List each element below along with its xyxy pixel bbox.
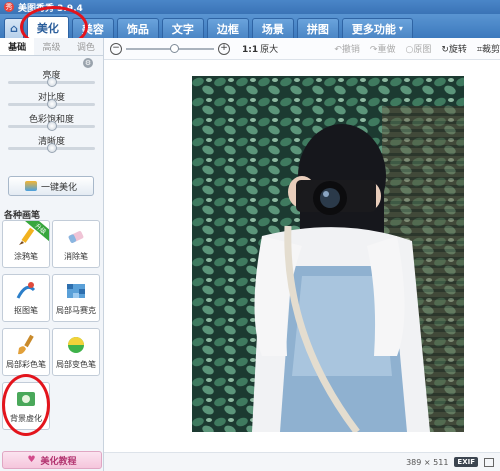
undo-icon: ↶ <box>334 45 342 55</box>
crop-label: 裁剪 <box>481 45 500 55</box>
brush-tools-grid: 升级 涂鸦笔 消除笔 抠图笔 局部马赛克 局部彩色笔 局部变色笔 背景虚化 <box>2 220 102 430</box>
title-bar: 秀 美图秀秀 3.9.4 <box>0 0 500 14</box>
image-canvas[interactable] <box>104 60 500 450</box>
zoom-slider[interactable] <box>126 43 214 53</box>
tab-collage[interactable]: 拼图 <box>296 18 339 38</box>
tab-home[interactable]: ⌂ <box>4 18 24 38</box>
exif-button[interactable]: EXIF <box>454 457 478 467</box>
tab-scene[interactable]: 场景 <box>251 18 294 38</box>
tab-beautify[interactable]: 美化 <box>26 16 69 38</box>
subtab-basic[interactable]: 基础 <box>0 38 35 55</box>
local-color-change-button[interactable]: 局部变色笔 <box>52 328 100 376</box>
rotate-icon: ↻ <box>441 45 449 55</box>
mosaic-icon <box>64 280 88 302</box>
tab-text[interactable]: 文字 <box>161 18 204 38</box>
subtab-color[interactable]: 调色 <box>69 38 103 55</box>
adjust-sliders: ⚙ 亮度 对比度 色彩饱和度 清晰度 <box>0 56 103 156</box>
edited-photo[interactable] <box>192 76 464 432</box>
rotate-label: 旋转 <box>448 45 467 55</box>
redo-button[interactable]: ↷重做 <box>370 42 396 55</box>
reset-settings-icon[interactable]: ⚙ <box>83 58 93 68</box>
left-panel: 基础 高级 调色 ⚙ 亮度 对比度 色彩饱和度 清晰度 一键美化 各种画笔 升级… <box>0 38 104 471</box>
original-label: 原图 <box>413 45 432 55</box>
status-bar: 389 × 511 EXIF <box>104 452 500 471</box>
tab-decor[interactable]: 饰品 <box>116 18 159 38</box>
tool-label: 涂鸦笔 <box>14 252 38 261</box>
window-title: 美图秀秀 3.9.4 <box>18 3 83 14</box>
redo-label: 重做 <box>377 45 396 55</box>
crop-button[interactable]: ⌗裁剪 <box>477 42 500 55</box>
cutout-pen-button[interactable]: 抠图笔 <box>2 274 50 322</box>
undo-label: 撤销 <box>341 45 360 55</box>
heart-icon: ♥ <box>27 455 36 465</box>
home-icon: ⌂ <box>10 22 18 35</box>
undo-button[interactable]: ↶撤销 <box>334 42 360 55</box>
tool-label: 局部马赛克 <box>56 306 96 315</box>
ratio-label: 1:1 <box>242 45 259 55</box>
rotate-button[interactable]: ↻旋转 <box>441 42 467 55</box>
eraser-icon <box>64 226 88 248</box>
image-toolbar: − + 1:1 原大 ↶撤销 ↷重做 ○原图 ↻旋转 ⌗裁剪 <box>104 38 500 60</box>
contrast-slider[interactable]: 对比度 <box>0 90 103 112</box>
photo-illustration <box>192 76 464 432</box>
slider-knob[interactable] <box>47 143 57 153</box>
image-dimensions: 389 × 511 <box>406 457 449 467</box>
adjust-subtabs: 基础 高级 调色 <box>0 38 103 56</box>
tool-label: 局部彩色笔 <box>6 360 46 369</box>
main-tab-bar: ⌂ 美化 美容 饰品 文字 边框 场景 拼图 更多功能 ▾ <box>0 14 500 38</box>
original-image-button[interactable]: ○原图 <box>405 42 431 55</box>
magic-wand-icon <box>24 181 37 191</box>
color-change-icon <box>64 334 88 356</box>
tool-label: 局部变色笔 <box>56 360 96 369</box>
tutorial-label: 美化教程 <box>40 456 77 467</box>
zoom-out-icon[interactable]: − <box>110 42 122 55</box>
original-size-button[interactable]: 1:1 原大 <box>242 42 278 55</box>
slider-knob[interactable] <box>47 121 57 131</box>
tool-label: 消除笔 <box>64 252 88 261</box>
background-blur-icon <box>14 388 38 410</box>
slider-knob[interactable] <box>47 77 57 87</box>
color-brush-icon <box>14 334 38 356</box>
tab-more-features[interactable]: 更多功能 ▾ <box>341 18 413 38</box>
local-color-pen-button[interactable]: 局部彩色笔 <box>2 328 50 376</box>
one-click-beautify-button[interactable]: 一键美化 <box>8 176 94 196</box>
slider-knob[interactable] <box>47 99 57 109</box>
local-mosaic-button[interactable]: 局部马赛克 <box>52 274 100 322</box>
sharpness-slider[interactable]: 清晰度 <box>0 134 103 156</box>
tab-face[interactable]: 美容 <box>71 18 114 38</box>
tool-label: 背景虚化 <box>10 414 42 423</box>
one-click-label: 一键美化 <box>40 182 77 193</box>
beautify-tutorial-button[interactable]: ♥ 美化教程 <box>2 451 102 469</box>
chevron-down-icon: ▾ <box>398 24 403 33</box>
brightness-slider[interactable]: 亮度 <box>0 68 103 90</box>
compare-icon[interactable] <box>484 457 494 467</box>
original-size-label: 原大 <box>260 45 279 55</box>
zoom-in-icon[interactable]: + <box>218 42 230 55</box>
doodle-pen-button[interactable]: 升级 涂鸦笔 <box>2 220 50 268</box>
background-blur-button[interactable]: 背景虚化 <box>2 382 50 430</box>
saturation-slider[interactable]: 色彩饱和度 <box>0 112 103 134</box>
cutout-pen-icon <box>14 280 38 302</box>
zoom-knob[interactable] <box>170 43 180 53</box>
eraser-pen-button[interactable]: 消除笔 <box>52 220 100 268</box>
tab-more-label: 更多功能 <box>351 22 396 36</box>
subtab-advanced[interactable]: 高级 <box>34 38 68 55</box>
tab-border[interactable]: 边框 <box>206 18 249 38</box>
app-logo-icon: 秀 <box>4 2 14 12</box>
tool-label: 抠图笔 <box>14 306 38 315</box>
